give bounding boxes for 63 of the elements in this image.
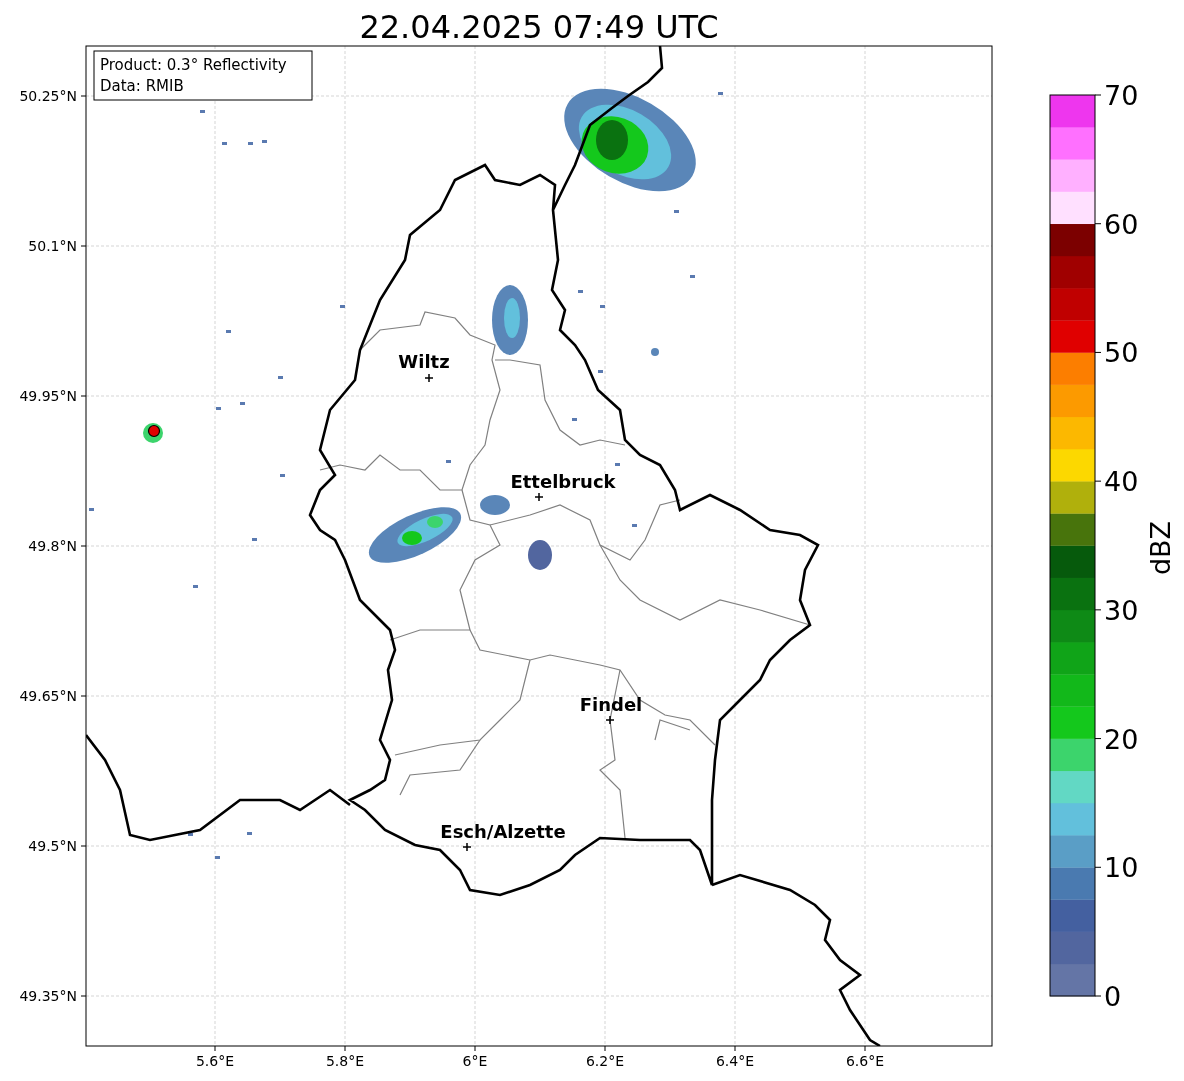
radar-echo <box>215 856 220 859</box>
info-text: Data: RMIB <box>100 77 184 95</box>
radar-echo <box>615 463 620 466</box>
city-label: Ettelbruck <box>510 471 616 492</box>
radar-echo <box>572 418 577 421</box>
axis-tick-label: 5.6°E <box>195 1053 235 1069</box>
axis-tick-label: 6.2°E <box>585 1053 625 1069</box>
radar-echo <box>632 524 637 527</box>
axis-tick-label: 49.35°N <box>19 988 77 1004</box>
radar-echo <box>193 585 198 588</box>
colorbar-tick-label: 30 <box>1104 594 1139 626</box>
axis-tick-label: 50.1°N <box>28 238 77 254</box>
radar-echo <box>262 140 267 143</box>
axis-tick-label: 50.25°N <box>19 88 77 104</box>
city-marker-icon <box>462 842 472 852</box>
radar-echo <box>446 460 451 463</box>
city-marker-icon <box>534 492 544 502</box>
radar-echo <box>480 495 510 515</box>
radar-echo <box>248 142 253 145</box>
city-label: Findel <box>579 694 643 715</box>
axis-tick-label: 5.8°E <box>325 1053 365 1069</box>
radar-echo <box>690 275 695 278</box>
colorbar-tick-label: 70 <box>1104 80 1139 111</box>
radar-echo <box>340 305 345 308</box>
axis-tick-label: 49.95°N <box>19 388 77 404</box>
radar-echo <box>226 330 231 333</box>
colorbar-tick-label: 10 <box>1104 852 1139 884</box>
radar-echo <box>718 92 723 95</box>
colorbar-tick-label: 50 <box>1104 337 1139 369</box>
radar-echo <box>278 376 283 379</box>
axis-tick-label: 49.5°N <box>28 838 77 854</box>
axis-tick-label: 6°E <box>462 1053 488 1069</box>
map-title: 22.04.2025 07:49 UTC <box>359 8 719 46</box>
radar-echo <box>280 474 285 477</box>
radar-echo <box>247 832 252 835</box>
radar-echo <box>674 210 679 213</box>
radar-echo <box>651 348 659 356</box>
radar-echo <box>600 305 605 308</box>
axis-tick-label: 6.6°E <box>845 1053 885 1069</box>
radar-echo <box>578 290 583 293</box>
radar-echo <box>240 402 245 405</box>
radar-echo <box>528 540 552 570</box>
radar-echo <box>216 407 221 410</box>
axis-tick-label: 49.65°N <box>19 688 77 704</box>
radar-echo <box>598 370 603 373</box>
axis-tick-label: 6.4°E <box>715 1053 755 1069</box>
city-marker-icon <box>424 373 434 383</box>
city-label: Esch/Alzette <box>440 821 566 842</box>
colorbar-tick-label: 40 <box>1104 466 1139 498</box>
radar-echo <box>188 833 193 836</box>
radar-echo <box>252 538 257 541</box>
city-label: Wiltz <box>398 351 450 372</box>
colorbar-tick-label: 0 <box>1104 981 1122 1012</box>
colorbar-label: dBZ <box>1145 520 1176 576</box>
axis-tick-label: 49.8°N <box>28 538 77 554</box>
city-marker-icon <box>605 715 615 725</box>
radar-echo <box>200 110 205 113</box>
colorbar-tick-label: 60 <box>1104 208 1139 240</box>
colorbar-tick-label: 20 <box>1104 723 1139 755</box>
radar-site-icon <box>143 423 163 443</box>
info-text: Product: 0.3° Reflectivity <box>100 56 287 74</box>
radar-echo <box>222 142 227 145</box>
radar-echo <box>89 508 94 511</box>
